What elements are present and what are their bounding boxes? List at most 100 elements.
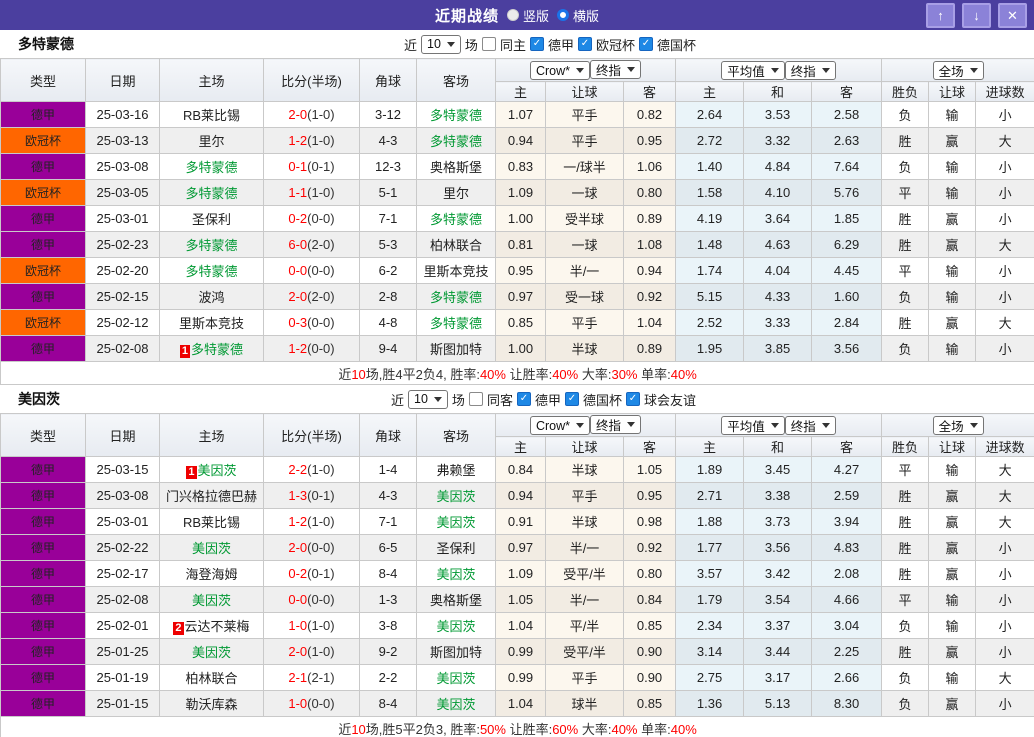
away-team: 奥格斯堡 (416, 586, 496, 613)
away-team-name: 弗赖堡 (436, 463, 476, 478)
fulltime-score: 0-2 (288, 211, 308, 226)
result-handicap: 输 (928, 153, 977, 180)
result-header-group: 全场 (881, 413, 1034, 437)
result-goals: 大 (975, 482, 1034, 509)
odds-provider-select[interactable]: Crow* (529, 416, 591, 436)
league-filter-label: 德国杯 (656, 37, 696, 53)
odds-provider-select-value: Crow* (535, 418, 571, 433)
home-team: 海登海姆 (159, 560, 264, 587)
odds-handicap: 一球 (545, 179, 624, 206)
avg-provider-select[interactable]: 平均值 (721, 60, 785, 80)
league-badge: 德甲 (0, 231, 86, 258)
odds-home: 1.00 (495, 205, 546, 232)
match-row: 欧冠杯 25-02-12 里斯本竞技 0-3(0-0) 4-8 多特蒙德 0.85 平手 1.0… (0, 309, 1034, 336)
away-team: 多特蒙德 (416, 283, 496, 310)
league-badge: 德甲 (0, 482, 86, 509)
away-team-name: 斯图加特 (429, 342, 482, 357)
same-venue-label: 同主 (499, 37, 526, 53)
away-team-name: 里斯本竞技 (423, 264, 489, 279)
odds-provider-select[interactable]: Crow* (529, 61, 591, 81)
odds-time-select-value: 终指 (596, 418, 622, 433)
fulltime-score: 1-0 (288, 696, 308, 711)
odds-handicap: 一球 (545, 231, 624, 258)
league-filter-label: 德甲 (534, 392, 561, 408)
avg-draw: 4.63 (743, 231, 813, 258)
league-checkbox[interactable]: ✓ (529, 37, 544, 51)
avg-draw: 3.64 (743, 205, 813, 232)
odds-time-select[interactable]: 终指 (590, 414, 642, 434)
result-outcome: 胜 (881, 638, 930, 665)
same-venue-checkbox[interactable] (468, 392, 483, 406)
home-team-name: 勒沃库森 (185, 697, 238, 712)
league-checkbox[interactable]: ✓ (577, 37, 592, 51)
fulltime-score: 1-3 (288, 488, 308, 503)
avg-time-select[interactable]: 终指 (784, 415, 836, 435)
halftime-score: (0-1) (307, 566, 335, 581)
avg-draw: 4.84 (743, 153, 813, 180)
avg-home: 2.72 (675, 127, 745, 154)
league-checkbox[interactable]: ✓ (625, 392, 640, 406)
score: 1-0(1-0) (263, 612, 360, 639)
recent-count-select[interactable]: 10 (408, 389, 448, 409)
score: 2-0(2-0) (263, 283, 360, 310)
halftime-score: (0-1) (307, 159, 335, 174)
corners: 5-1 (359, 179, 417, 206)
odds-time-select[interactable]: 终指 (590, 59, 642, 79)
layout-radio-horizontal[interactable]: 横版 (557, 6, 599, 25)
score: 0-0(0-0) (263, 586, 360, 613)
league-checkbox[interactable]: ✓ (638, 37, 653, 51)
avg-header-group: 平均值 终指 (675, 58, 883, 82)
avg-away: 2.84 (811, 309, 883, 336)
radio-unchecked-icon[interactable] (506, 9, 519, 21)
recent-count-select[interactable]: 10 (421, 34, 461, 54)
home-team-name: 多特蒙德 (185, 160, 238, 175)
titlebar: 近期战绩 竖版 横版 ↑ ↓ ✕ (0, 0, 1034, 30)
away-team-name: 美因茨 (436, 515, 476, 530)
move-up-button[interactable]: ↑ (926, 2, 955, 28)
odds-handicap: 平手 (545, 127, 624, 154)
result-handicap: 输 (928, 612, 977, 639)
close-button[interactable]: ✕ (998, 2, 1027, 28)
period-select[interactable]: 全场 (932, 415, 984, 435)
avg-provider-select-value: 平均值 (727, 419, 765, 434)
column-header: 角球 (359, 58, 417, 102)
same-venue-checkbox[interactable] (481, 37, 496, 51)
avg-time-select[interactable]: 终指 (784, 60, 836, 80)
home-team: 里斯本竞技 (159, 309, 264, 336)
fulltime-score: 1-0 (288, 618, 308, 633)
home-team: 门兴格拉德巴赫 (159, 482, 264, 509)
odds-away: 1.04 (622, 309, 677, 336)
avg-home: 1.58 (675, 179, 745, 206)
score: 0-2(0-1) (263, 560, 360, 587)
home-team-name: 美因茨 (191, 541, 231, 556)
avg-home: 2.52 (675, 309, 745, 336)
odds-handicap: 球半 (545, 690, 624, 717)
league-checkbox[interactable]: ✓ (516, 392, 531, 406)
away-team-name: 里尔 (442, 186, 469, 201)
period-select[interactable]: 全场 (932, 60, 984, 80)
result-outcome: 胜 (881, 560, 930, 587)
match-row: 欧冠杯 25-03-13 里尔 1-2(1-0) 4-3 多特蒙德 0.94 平手 0.95 2.… (0, 127, 1034, 154)
avg-away: 1.60 (811, 283, 883, 310)
away-team-name: 斯图加特 (429, 645, 482, 660)
league-checkbox[interactable]: ✓ (564, 392, 579, 406)
corners: 2-8 (359, 283, 417, 310)
avg-provider-select[interactable]: 平均值 (721, 415, 785, 435)
avg-away: 3.56 (811, 335, 883, 362)
avg-home: 1.79 (675, 586, 745, 613)
layout-radio-vertical[interactable]: 竖版 (506, 6, 549, 25)
summary-segment: 10 (351, 366, 366, 382)
away-team: 美因茨 (416, 560, 496, 587)
sub-column-header: 胜负 (881, 81, 930, 102)
match-date: 25-01-25 (85, 638, 160, 665)
odds-away: 0.90 (622, 664, 677, 691)
league-badge: 德甲 (0, 534, 86, 561)
chevron-down-icon (770, 422, 779, 428)
away-team: 美因茨 (416, 612, 496, 639)
summary-segment: 40% (670, 721, 697, 737)
home-team-name: 云达不莱梅 (184, 619, 250, 634)
near-label: 近 (391, 392, 405, 408)
fulltime-score: 2-1 (288, 670, 308, 685)
move-down-button[interactable]: ↓ (962, 2, 991, 28)
radio-checked-icon[interactable] (557, 9, 569, 21)
